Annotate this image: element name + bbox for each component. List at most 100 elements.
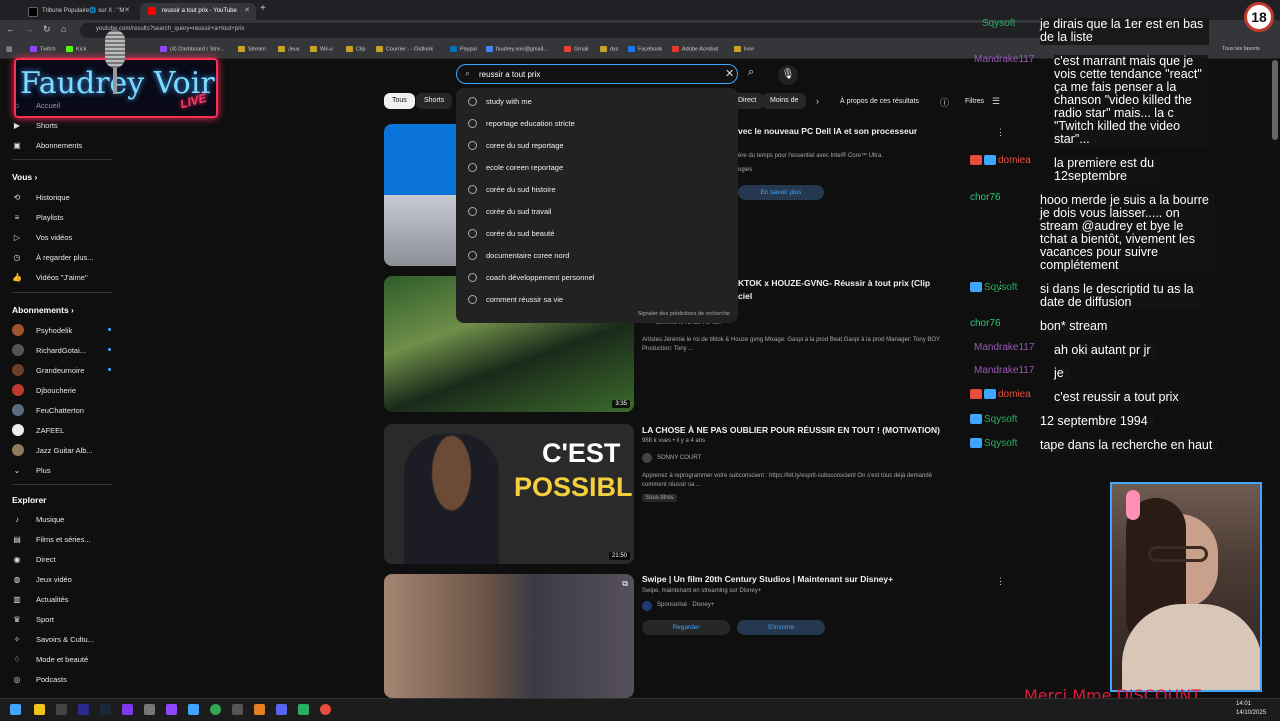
app-icon[interactable]	[298, 704, 309, 715]
sidebar-item-films[interactable]: ▤ Films et séries...	[12, 530, 90, 548]
sidebar-item-actualites[interactable]: ▥ Actualités	[12, 590, 68, 608]
app-icon[interactable]	[78, 704, 89, 715]
suggestion-item[interactable]: documentaire coree nord	[468, 245, 569, 265]
sidebar-sub-grandeurnoire[interactable]: Grandeurnoire	[12, 361, 111, 379]
sidebar-item-liked[interactable]: 👍 Vidéos "J'aime"	[12, 268, 88, 286]
more-options-icon[interactable]: ⋮	[996, 576, 1005, 587]
clear-search-icon[interactable]: ✕	[725, 67, 734, 80]
steam-icon[interactable]	[100, 704, 111, 715]
home-browser-icon[interactable]: ⌂	[61, 24, 66, 34]
sidebar-item-shorts[interactable]: ▶ Shorts	[12, 116, 58, 134]
voice-search-icon[interactable]: 🎙	[778, 65, 798, 85]
chrome-icon[interactable]	[210, 704, 221, 715]
chip-moins-de[interactable]: Moins de	[762, 93, 807, 109]
learn-more-button[interactable]: En savoir plus	[738, 185, 824, 200]
chevron-right-icon[interactable]: ›	[816, 96, 819, 106]
video-thumbnail[interactable]: ⧉	[384, 574, 634, 698]
report-predictions-link[interactable]: Signaler des prédictions de recherche	[638, 311, 730, 317]
app-icon[interactable]	[188, 704, 199, 715]
sidebar-item-podcasts[interactable]: ◎ Podcasts	[12, 670, 67, 688]
sidebar-sub-zafeel[interactable]: ZAFEEL	[12, 421, 64, 439]
chip-shorts[interactable]: Shorts	[416, 93, 453, 109]
channel-avatar[interactable]	[642, 601, 652, 611]
close-tab-icon[interactable]: ✕	[124, 3, 130, 19]
sidebar-sub-feuchatterton[interactable]: FeuChatterton	[12, 401, 84, 419]
subscribe-button[interactable]: S'inscrire	[737, 620, 825, 635]
bookmark-twitch[interactable]: Twitch	[30, 46, 56, 52]
discord-icon[interactable]	[276, 704, 287, 715]
sidebar-item-musique[interactable]: ♪ Musique	[12, 510, 64, 528]
file-explorer-icon[interactable]	[34, 704, 45, 715]
sidebar-item-savoirs[interactable]: ✧ Savoirs & Cultu...	[12, 630, 94, 648]
sidebar-item-abonnements[interactable]: ▣ Abonnements	[12, 136, 82, 154]
suggestion-item[interactable]: corée du sud histoire	[468, 179, 556, 199]
bookmark-stream[interactable]: Stream	[238, 46, 266, 52]
channel-avatar[interactable]	[642, 453, 652, 463]
section-vous[interactable]: Vous ›	[12, 172, 37, 182]
sidebar-item-mode[interactable]: ♢ Mode et beauté	[12, 650, 88, 668]
video-thumbnail[interactable]: C'EST POSSIBLE 21:50	[384, 424, 634, 564]
back-icon[interactable]: ←	[6, 24, 15, 34]
bookmark-dys[interactable]: dys	[600, 46, 619, 52]
app-icon[interactable]	[122, 704, 133, 715]
sidebar-item-sport[interactable]: ♛ Sport	[12, 610, 54, 628]
new-tab-button[interactable]: +	[260, 3, 266, 14]
app-icon[interactable]	[232, 704, 243, 715]
video-title[interactable]: KTOK x HOUZE-GVNG- Réussir à tout prix (…	[738, 278, 930, 288]
suggestion-item[interactable]: comment réussir sa vie	[468, 289, 563, 309]
sidebar-item-direct[interactable]: ◉ Direct	[12, 550, 56, 568]
section-abonnements[interactable]: Abonnements ›	[12, 305, 74, 315]
suggestion-item[interactable]: ecole coreen reportage	[468, 157, 563, 177]
reload-icon[interactable]: ↻	[43, 24, 51, 35]
suggestion-item[interactable]: corée du sud beauté	[468, 223, 554, 243]
suggestion-item[interactable]: coree du sud reportage	[468, 135, 564, 155]
bookmark-kick[interactable]: Kick	[66, 46, 86, 52]
sidebar-item-playlists[interactable]: ≡ Playlists	[12, 208, 64, 226]
bookmark-wiiu[interactable]: Wii-u	[310, 46, 333, 52]
bookmark-gmail-address[interactable]: faudrey.voir@gmail...	[486, 46, 548, 52]
video-title[interactable]: Swipe | Un film 20th Century Studios | M…	[642, 574, 893, 584]
media-app-icon[interactable]	[56, 704, 67, 715]
sidebar-sub-richardgotai[interactable]: RichardGotai...	[12, 341, 111, 359]
search-button[interactable]: ⌕	[748, 66, 754, 79]
twitch-icon[interactable]	[166, 704, 177, 715]
sidebar-item-watch-later[interactable]: ◷ À regarder plus...	[12, 248, 94, 266]
video-title-line2[interactable]: ciel	[738, 291, 752, 301]
bookmark-acrobat[interactable]: Adobe Acrobat	[672, 46, 718, 52]
tab-tribune[interactable]: Tribune Populaire🌐 sur X : "M ✕	[20, 3, 136, 20]
sidebar-sub-psyhodelik[interactable]: Psyhodelik	[12, 321, 111, 339]
sidebar-item-vos-videos[interactable]: ▷ Vos vidéos	[12, 228, 72, 246]
bookmark-livre[interactable]: livre	[734, 46, 754, 52]
bookmark-outlook[interactable]: Courrier - - Outlook	[376, 46, 433, 52]
page-scrollbar[interactable]	[1272, 60, 1278, 140]
chip-tous[interactable]: Tous	[384, 93, 415, 109]
vlc-icon[interactable]	[254, 704, 265, 715]
close-tab-icon[interactable]: ✕	[244, 3, 250, 19]
bookmark-gmail[interactable]: Gmail	[564, 46, 588, 52]
bookmark-paypal[interactable]: Paypal	[450, 46, 477, 52]
sidebar-sub-djboucherie[interactable]: Djboucherie	[12, 381, 76, 399]
bookmark-dashboard[interactable]: (4) Dashboard / Stre...	[160, 46, 224, 52]
suggestion-item[interactable]: study with me	[468, 91, 532, 111]
suggestion-item[interactable]: corée du sud travail	[468, 201, 551, 221]
windows-start-icon[interactable]	[10, 704, 21, 715]
record-icon[interactable]	[320, 704, 331, 715]
forward-icon[interactable]: →	[25, 24, 34, 34]
tab-youtube[interactable]: reussir a tout prix - YouTube ✕	[140, 3, 256, 20]
sidebar-item-historique[interactable]: ⟲ Historique	[12, 188, 70, 206]
sidebar-more[interactable]: ⌄ Plus	[12, 461, 51, 479]
bookmark-jeux[interactable]: Jeux	[278, 46, 300, 52]
search-input[interactable]: ⌕ reussir a tout prix ✕	[456, 64, 738, 84]
channel-name[interactable]: SONNY COURT	[657, 455, 701, 461]
bookmark-facebook[interactable]: Facebook	[628, 46, 662, 52]
apps-icon[interactable]: ▦	[6, 45, 13, 53]
suggestion-item[interactable]: reportage education stricte	[468, 113, 575, 133]
obs-icon[interactable]	[144, 704, 155, 715]
info-icon[interactable]: ⓘ	[940, 96, 949, 109]
sidebar-item-jeux-video[interactable]: ◍ Jeux vidéo	[12, 570, 72, 588]
sidebar-sub-jazz[interactable]: Jazz Guitar Alb...	[12, 441, 93, 459]
watch-button[interactable]: Regarder	[642, 620, 730, 635]
about-results[interactable]: À propos de ces résultats	[840, 98, 919, 105]
video-title[interactable]: LA CHOSE À NE PAS OUBLIER POUR RÉUSSIR E…	[642, 425, 940, 435]
suggestion-item[interactable]: coach développement personnel	[468, 267, 594, 287]
